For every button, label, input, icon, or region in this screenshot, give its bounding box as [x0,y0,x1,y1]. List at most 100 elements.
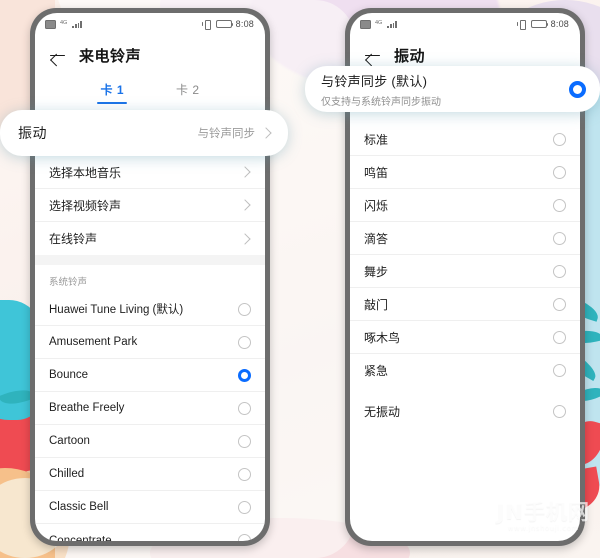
ringtone-radio[interactable] [238,335,251,349]
chevron-right-icon [239,232,251,245]
vibration-row[interactable]: 闪烁 [350,189,580,222]
ringtone-row[interactable]: Breathe Freely [35,392,265,425]
row-online-ringtone[interactable]: 在线铃声 [35,222,265,255]
vibration-label: 无振动 [364,405,401,419]
ringtone-label: Huawei Tune Living (默认) [49,304,184,316]
site-watermark: JN手机网 www.jnshouji.com [497,502,590,532]
vibration-row[interactable]: 啄木鸟 [350,321,580,354]
page-title: 振动 [394,47,426,65]
screenshot-stage: 4G 8:08 来电铃声 卡 1 卡 2 选择本地音乐 选择视频铃声 在线铃声 … [0,0,600,558]
vibration-label: 紧急 [364,364,389,378]
callout-subtitle: 仅支持与系统铃声同步振动 [321,96,441,108]
left-status-bar: 4G 8:08 [35,13,265,35]
battery-icon [530,20,549,28]
highlight-callout-sync-with-ringtone[interactable]: 与铃声同步 (默认) 仅支持与系统铃声同步振动 [305,66,600,112]
vibration-radio[interactable] [553,330,566,344]
ringtone-row-selected[interactable]: Bounce [35,359,265,392]
watermark-url: www.jnshouji.com [507,524,579,532]
ringtone-radio[interactable] [238,534,251,541]
chevron-right-icon [239,199,251,211]
network-type-label: 4G [60,19,68,26]
row-label: 选择本地音乐 [49,165,122,180]
vibration-radio[interactable] [553,165,566,179]
vibration-row[interactable]: 敲门 [350,288,580,321]
signal-icon [72,20,82,28]
ringtone-radio[interactable] [238,434,251,448]
ringtone-radio[interactable] [238,401,251,415]
list-group-divider [35,255,265,265]
vibration-row[interactable]: 滴答 [350,222,580,255]
ringtone-row[interactable]: Classic Bell [35,491,265,524]
sim-icon [360,19,371,29]
callout-title: 与铃声同步 (默认) [321,73,428,89]
ringtone-label: Cartoon [49,435,90,447]
back-arrow-icon[interactable] [49,47,66,64]
vibration-radio[interactable] [553,231,566,245]
row-label: 选择视频铃声 [49,198,122,213]
battery-icon [215,20,234,28]
sim-icon [45,19,56,29]
vibration-radio[interactable] [553,198,566,212]
highlight-callout-vibration-entry[interactable]: 振动 与铃声同步 [0,110,288,156]
sim-card-tabs: 卡 1 卡 2 [35,75,265,109]
watermark-logo: JN手机网 [496,500,590,524]
ringtone-row[interactable]: Chilled [35,458,265,491]
left-link-list: 选择本地音乐 选择视频铃声 在线铃声 [35,156,265,255]
vibration-row[interactable]: 舞步 [350,255,580,288]
vibration-pattern-list: 标准 鸣笛 闪烁 滴答 舞步 敲门 啄木鸟 紧急 [350,123,580,387]
ringtone-radio[interactable] [238,467,251,481]
row-select-local-music[interactable]: 选择本地音乐 [35,156,265,189]
vibration-row[interactable]: 标准 [350,123,580,156]
callout-value: 与铃声同步 [197,128,256,140]
ringtone-label: Amusement Park [49,336,138,348]
vibration-label: 啄木鸟 [364,330,401,345]
vibration-label: 舞步 [364,264,389,279]
network-type-label: 4G [375,19,383,26]
vibration-radio[interactable] [553,132,566,146]
vibration-radio[interactable] [553,264,566,278]
row-select-video-ringtone[interactable]: 选择视频铃声 [35,189,265,222]
ringtone-label: Bounce [49,369,89,381]
vibration-label: 敲门 [364,297,389,312]
ringtone-row[interactable]: Huawei Tune Living (默认) [35,293,265,326]
vibration-radio[interactable] [553,364,566,377]
left-screen: 4G 8:08 来电铃声 卡 1 卡 2 选择本地音乐 选择视频铃声 在线铃声 … [35,13,265,541]
chevron-right-icon [239,166,251,178]
ringtone-label: Concentrate [49,534,112,542]
vibration-label: 标准 [364,132,389,147]
tab-sim-1[interactable]: 卡 1 [100,81,124,104]
row-label: 在线铃声 [49,232,98,246]
status-bar-clock: 8:08 [235,19,254,29]
ringtone-row[interactable]: Cartoon [35,425,265,458]
page-title: 来电铃声 [79,47,142,65]
vibration-row-none[interactable]: 无振动 [350,395,580,428]
ringtone-row[interactable]: Amusement Park [35,326,265,359]
chevron-right-icon [260,127,272,139]
vibrate-icon [201,20,212,30]
vibration-row[interactable]: 鸣笛 [350,156,580,189]
back-arrow-icon[interactable] [364,47,381,64]
callout-title: 振动 [18,125,47,141]
right-status-bar: 4G 8:08 [350,13,580,35]
vibration-label: 鸣笛 [364,165,389,180]
ringtone-row[interactable]: Concentrate [35,524,265,541]
phone-left: 4G 8:08 来电铃声 卡 1 卡 2 选择本地音乐 选择视频铃声 在线铃声 … [30,8,270,546]
section-header-system-ringtones: 系统铃声 [49,277,88,288]
system-ringtone-list: Huawei Tune Living (默认) Amusement Park B… [35,293,265,541]
ringtone-radio[interactable] [238,500,251,514]
ringtone-label: Classic Bell [49,501,109,513]
ringtone-radio[interactable] [238,302,251,316]
callout-radio-selected[interactable] [569,80,586,98]
left-app-bar: 来电铃声 [35,35,265,75]
vibration-row[interactable]: 紧急 [350,354,580,387]
list-group-divider [350,387,580,395]
ringtone-radio-selected[interactable] [238,368,251,382]
vibrate-icon [516,20,527,30]
vibration-radio[interactable] [553,297,566,311]
vibration-label: 滴答 [364,231,389,246]
ringtone-label: Breathe Freely [49,402,125,414]
vibration-label: 闪烁 [364,198,389,213]
ringtone-label: Chilled [49,468,85,480]
vibration-radio[interactable] [553,405,566,418]
tab-sim-2[interactable]: 卡 2 [176,81,200,104]
